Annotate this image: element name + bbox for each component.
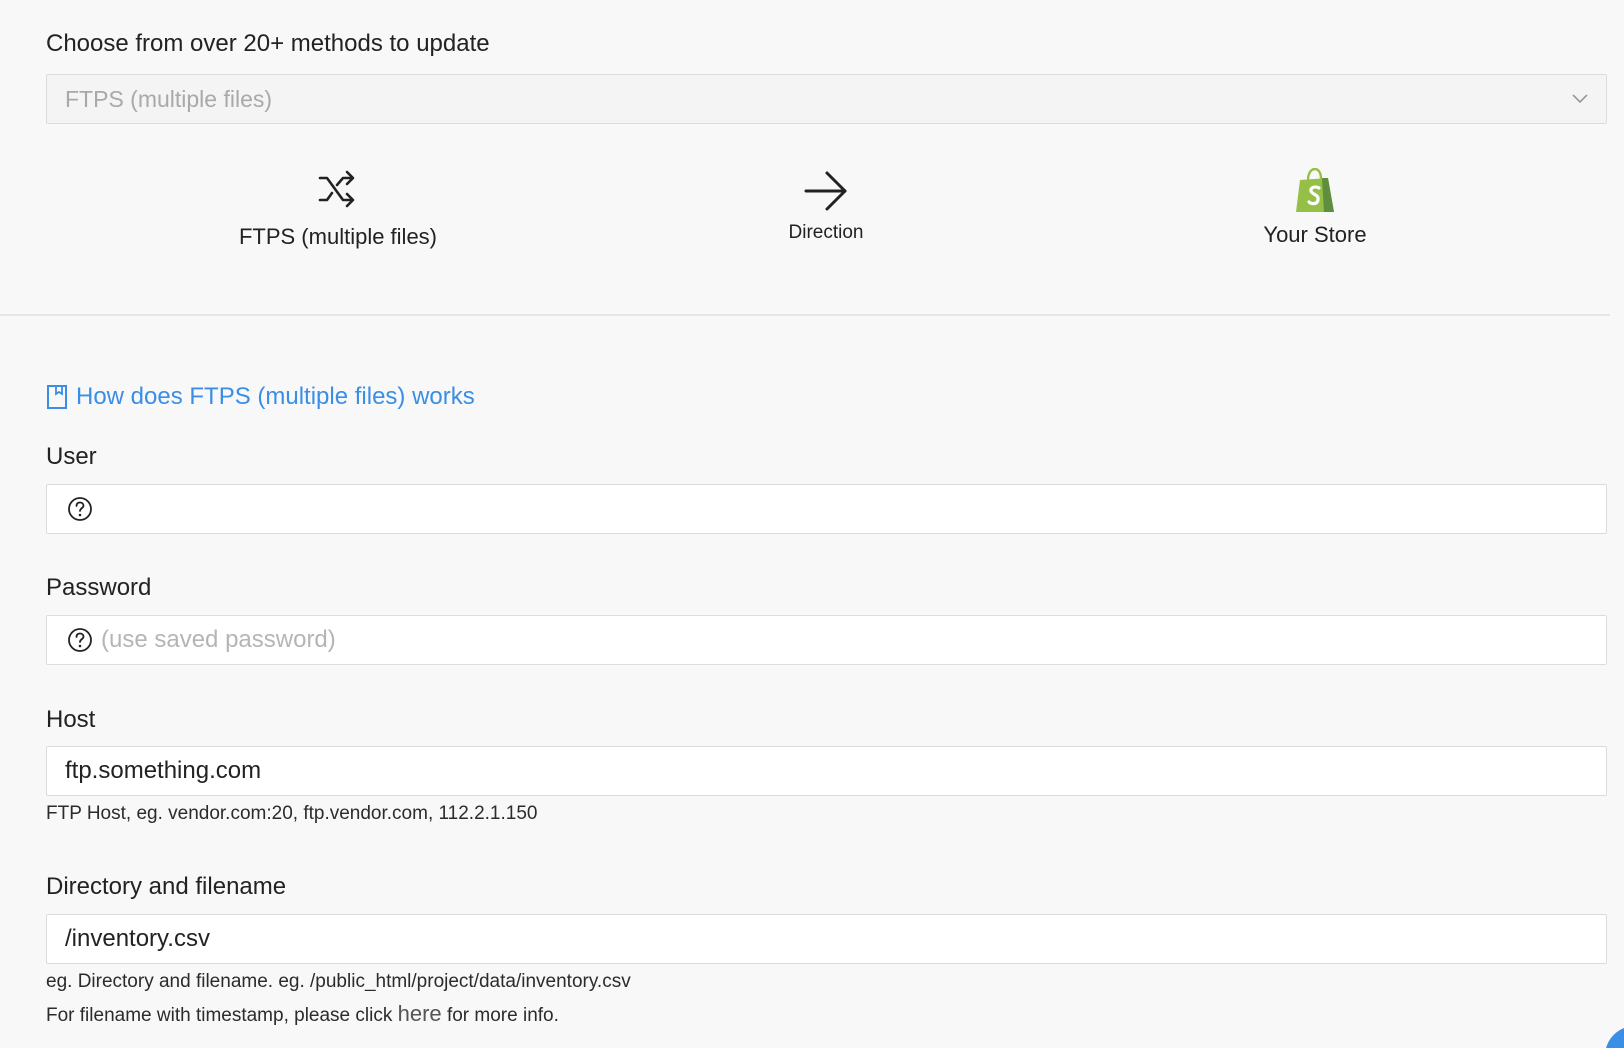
host-label: Host [46, 706, 96, 733]
how-it-works-link[interactable]: How does FTPS (multiple files) works [46, 383, 475, 411]
section-divider [0, 314, 1610, 316]
method-select-label: Choose from over 20+ methods to update [46, 30, 490, 57]
timestamp-here-link[interactable]: here [398, 1001, 442, 1026]
host-hint: FTP Host, eg. vendor.com:20, ftp.vendor.… [46, 803, 538, 824]
book-icon [47, 385, 67, 409]
timestamp-hint: For filename with timestamp, please clic… [46, 1001, 559, 1027]
flow-target: Your Store [1245, 168, 1385, 248]
chevron-down-icon [1572, 94, 1588, 104]
flow-target-label: Your Store [1263, 222, 1367, 247]
help-circle-icon[interactable] [67, 496, 93, 522]
password-placeholder: (use saved password) [101, 626, 336, 653]
shopify-bag-icon [1296, 168, 1334, 212]
help-circle-icon[interactable] [67, 627, 93, 653]
flow-direction-label: Direction [788, 222, 864, 243]
host-input[interactable]: ftp.something.com [46, 746, 1607, 796]
password-input[interactable]: (use saved password) [46, 615, 1607, 665]
arrow-right-icon [804, 171, 847, 211]
flow-direction: Direction [760, 168, 892, 244]
flow-source-label: FTPS (multiple files) [238, 224, 438, 249]
method-select-value: FTPS (multiple files) [65, 86, 273, 112]
settings-page: Choose from over 20+ methods to update F… [0, 0, 1624, 1048]
password-label: Password [46, 574, 152, 601]
timestamp-hint-after: for more info. [441, 1005, 559, 1026]
directory-value: /inventory.csv [65, 925, 210, 952]
host-value: ftp.something.com [65, 757, 262, 784]
directory-label: Directory and filename [46, 873, 287, 900]
flow-source: FTPS (multiple files) [238, 168, 438, 250]
directory-input[interactable]: /inventory.csv [46, 914, 1607, 964]
floating-action-button[interactable] [1605, 1026, 1624, 1048]
user-label: User [46, 443, 97, 470]
user-input[interactable] [46, 484, 1607, 534]
shuffle-icon [318, 170, 355, 208]
directory-hint: eg. Directory and filename. eg. /public_… [46, 971, 631, 992]
method-select[interactable]: FTPS (multiple files) [46, 74, 1607, 124]
how-it-works-text: How does FTPS (multiple files) works [76, 383, 475, 410]
timestamp-hint-before: For filename with timestamp, please clic… [46, 1005, 398, 1026]
flow-diagram: FTPS (multiple files) Direction Your Sto… [0, 168, 1624, 278]
